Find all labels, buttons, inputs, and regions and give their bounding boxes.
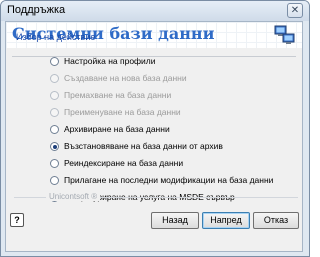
radio-button[interactable] — [50, 176, 59, 185]
radio-button — [50, 74, 59, 83]
maintenance-window: Поддръжка ✕ Системни бази данни Избор на… — [0, 0, 310, 257]
option-label: Преименуване на база данни — [64, 107, 181, 117]
option-label: Възстановяване на база данни от архив — [64, 141, 223, 151]
window-title: Поддръжка — [7, 4, 66, 16]
radio-button — [50, 91, 59, 100]
next-button[interactable]: Напред — [202, 212, 250, 229]
option-label: Премахване на база данни — [64, 90, 172, 100]
back-button[interactable]: Назад — [151, 212, 199, 229]
option-label: Архивиране на база данни — [64, 124, 170, 134]
cancel-button[interactable]: Отказ — [253, 212, 299, 229]
radio-button — [50, 108, 59, 117]
option-label: Прилагане на последни модификации на баз… — [64, 175, 274, 185]
title-bar[interactable]: Поддръжка ✕ — [1, 1, 309, 21]
close-button[interactable]: ✕ — [287, 3, 303, 18]
help-button[interactable]: ? — [10, 213, 24, 227]
brand-label: Unicontsoft ® — [46, 192, 101, 201]
radio-button[interactable] — [50, 142, 59, 151]
computers-icon — [274, 25, 295, 44]
radio-button[interactable] — [50, 125, 59, 134]
action-group: Избор на действие Настройка на профили Съ… — [10, 32, 299, 239]
dialog-body: Системни бази данни Избор на действие На… — [5, 21, 303, 252]
option-label: Настройка на профили — [64, 56, 156, 66]
radio-button[interactable] — [50, 159, 59, 168]
option-label: Създаване на нова база данни — [64, 73, 187, 83]
group-label: Избор на действие — [16, 32, 96, 42]
radio-button[interactable] — [50, 57, 59, 66]
option-label: Реиндексиране на база данни — [64, 158, 184, 168]
